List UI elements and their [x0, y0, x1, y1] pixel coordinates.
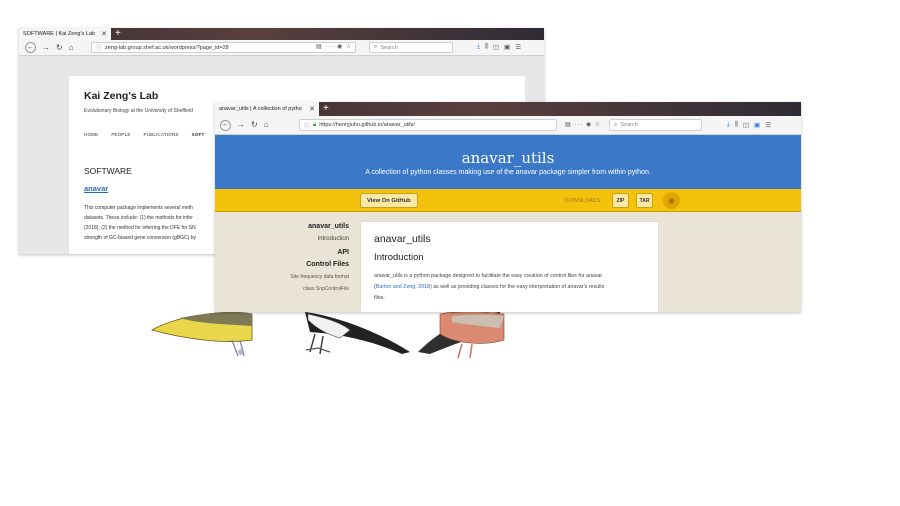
action-bar: View On GitHub DOWNLOADS ZIP TAR ◉ [215, 189, 801, 212]
sidebar-nav: anavar_utils Introduction API Control Fi… [290, 221, 349, 295]
library-icon[interactable]: ⫼ [485, 43, 488, 51]
tab-title: SOFTWARE | Kai Zeng's Lab [23, 31, 95, 37]
address-bar[interactable]: ⓘ 🔒︎ https://henryjuho.github.io/anavar_… [299, 119, 557, 131]
article-title: anavar_utils [374, 233, 431, 245]
body-line: (2018), (2) the method for inferring the… [84, 225, 196, 231]
home-icon[interactable]: ⌂ [69, 43, 74, 53]
sidebar-item-anavar-utils[interactable]: anavar_utils [290, 221, 349, 233]
search-icon: ⌕ [614, 121, 618, 128]
nav-publications[interactable]: PUBLICATIONS [144, 132, 179, 137]
section-title: SOFTWARE [84, 166, 132, 176]
menu-icon[interactable]: ☰ [765, 121, 771, 129]
sidebar-item-sfs-format[interactable]: Site frequency data format [290, 271, 349, 283]
sidebar-item-introduction[interactable]: Introduction [290, 233, 349, 245]
citation-link[interactable]: Barton and Zeng, 2018 [376, 284, 430, 290]
sidebar-item-control-files[interactable]: Control Files [290, 259, 349, 271]
page-content: anavar_utils A collection of python clas… [215, 135, 801, 312]
back-icon[interactable]: ← [220, 119, 231, 131]
body-line: This computer package implements several… [84, 205, 193, 211]
back-icon[interactable]: ← [25, 42, 36, 53]
tab-bar: SOFTWARE | Kai Zeng's Lab ✕ + [19, 28, 544, 40]
reload-icon[interactable]: ↻ [251, 120, 258, 130]
new-tab-icon[interactable]: + [323, 103, 329, 114]
page-info-icon[interactable]: ⓘ [96, 43, 102, 52]
site-nav: HOME PEOPLE PUBLICATIONS SOFT [84, 132, 204, 137]
grey-orange-bird-icon [418, 311, 505, 359]
page-info-icon[interactable]: ⓘ [304, 121, 310, 130]
nav-bar: ← → ↻ ⌂ ⓘ 🔒︎ https://henryjuho.github.io… [215, 116, 801, 135]
sidebar-icon[interactable]: ◫ [493, 43, 499, 51]
intro-paragraph-line: (Barton and Zeng, 2018) as well as provi… [374, 284, 652, 290]
downloads-label: DOWNLOADS [565, 198, 601, 204]
home-icon[interactable]: ⌂ [264, 120, 269, 130]
search-icon: ⌕ [374, 44, 378, 50]
page-title: anavar_utils [461, 149, 555, 167]
lock-icon: 🔒︎ [313, 121, 317, 128]
site-title: Kai Zeng's Lab [84, 90, 159, 102]
intro-paragraph-line: anavar_utils is a python package designe… [374, 273, 603, 279]
zip-download-button[interactable]: ZIP [612, 193, 629, 208]
slide-canvas: SOFTWARE | Kai Zeng's Lab ✕ + ← → ↻ ⌂ ⓘ … [0, 0, 900, 506]
search-input[interactable]: ⌕ Search [609, 119, 702, 131]
article-card: anavar_utils Introduction anavar_utils i… [361, 222, 658, 312]
tab-software[interactable]: SOFTWARE | Kai Zeng's Lab ✕ [19, 28, 111, 40]
tar-download-button[interactable]: TAR [636, 193, 653, 208]
new-tab-icon[interactable]: + [115, 28, 121, 39]
tab-anavar-utils[interactable]: anavar_utils | A collection of pytho ✕ [215, 102, 319, 116]
sync-icon[interactable]: ▣ [754, 121, 760, 129]
forward-icon[interactable]: → [42, 43, 50, 53]
forward-icon[interactable]: → [237, 120, 245, 130]
menu-icon[interactable]: ☰ [515, 43, 521, 51]
reader-icon[interactable]: ▣ [504, 43, 510, 51]
browser-window-anavar-utils: anavar_utils | A collection of pytho ✕ +… [215, 102, 801, 312]
page-actions-icon[interactable]: ▤ ··· ◉ ☆ [565, 121, 601, 128]
introduction-heading: Introduction [374, 252, 424, 263]
download-icon[interactable]: ⤓ [727, 121, 730, 129]
close-tab-icon[interactable]: ✕ [309, 105, 315, 113]
search-placeholder: Search [380, 44, 398, 51]
page-subtitle: A collection of python classes making us… [365, 169, 651, 176]
url-text: zeng-lab.group.shef.ac.uk/wordpress/?pag… [105, 44, 229, 51]
tab-title: anavar_utils | A collection of pytho [219, 106, 302, 112]
search-input[interactable]: ⌕ Search [369, 42, 453, 53]
tab-bar: anavar_utils | A collection of pytho ✕ + [215, 102, 801, 116]
nav-bar: ← → ↻ ⌂ ⓘ zeng-lab.group.shef.ac.uk/word… [19, 40, 544, 56]
toolbar-icons: ⤓ ⫼ ◫ ▣ ☰ [727, 121, 771, 129]
reload-icon[interactable]: ↻ [56, 43, 63, 53]
body-line: datasets. These include: (1) the methods… [84, 215, 193, 221]
github-octocat-icon[interactable]: ◉ [663, 192, 680, 209]
toolbar-icons: ⤓ ⫼ ◫ ▣ ☰ [477, 43, 521, 51]
nav-software[interactable]: SOFT [192, 132, 205, 137]
page-actions-icon[interactable]: ▤ ··· ◉ ☆ [316, 43, 352, 50]
search-placeholder: Search [620, 122, 638, 128]
yellow-bird-icon [150, 311, 253, 357]
library-icon[interactable]: ⫼ [735, 121, 738, 129]
anavar-link[interactable]: anavar [84, 184, 108, 193]
url-text: https://henryjuho.github.io/anavar_utils… [319, 122, 415, 128]
close-tab-icon[interactable]: ✕ [101, 30, 107, 38]
intro-paragraph-line: files. [374, 295, 385, 301]
nav-home[interactable]: HOME [84, 132, 98, 137]
nav-people[interactable]: PEOPLE [111, 132, 130, 137]
site-subtitle: Evolutionary Biology at the University o… [84, 108, 193, 114]
sidebar-item-snp-control-file[interactable]: class SnpControlFile [290, 283, 349, 295]
magpie-bird-icon [305, 312, 410, 355]
view-on-github-button[interactable]: View On GitHub [360, 193, 418, 208]
sidebar-icon[interactable]: ◫ [743, 121, 749, 129]
page-header: anavar_utils A collection of python clas… [215, 135, 801, 189]
paragraph-text: ) as well as providing classes for the e… [429, 284, 605, 290]
download-icon[interactable]: ⤓ [477, 43, 480, 51]
body-line: strength of GC-biased gene conversion (g… [84, 235, 196, 241]
sidebar-item-api[interactable]: API [290, 247, 349, 259]
